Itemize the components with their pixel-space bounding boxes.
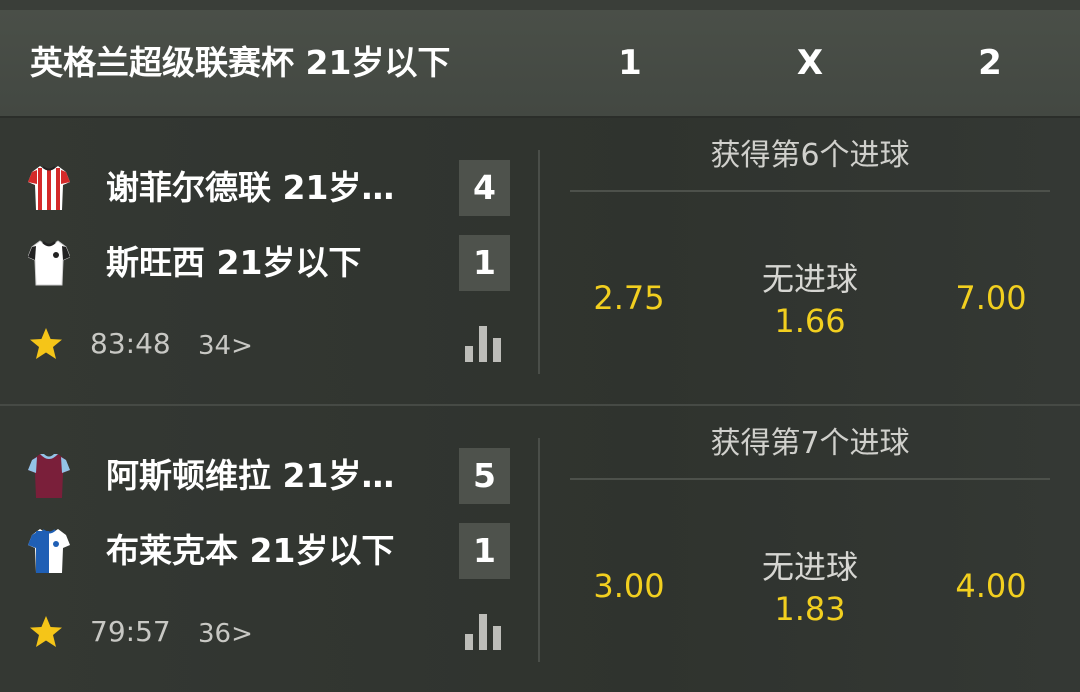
- more-markets-link[interactable]: 36>: [198, 614, 253, 654]
- away-team-row: 斯旺西 21岁以下 1: [0, 233, 520, 293]
- shirt-icon: [28, 529, 70, 573]
- column-divider: [538, 150, 540, 374]
- odds-away-button[interactable]: 4.00: [916, 561, 1066, 611]
- market-divider: [570, 478, 1050, 480]
- match-card[interactable]: 阿斯顿维拉 21岁… 5 布莱克本 21岁以下 1 79:57 36> 获得第7…: [0, 404, 1080, 692]
- column-draw: X: [796, 43, 824, 83]
- no-goal-label: 无进球: [761, 260, 858, 298]
- stats-bars-icon[interactable]: [464, 612, 502, 652]
- more-markets-link[interactable]: 34>: [198, 326, 253, 366]
- odds-no-goal-button[interactable]: 无进球 1.83: [735, 546, 885, 630]
- no-goal-odds: 1.66: [774, 302, 846, 340]
- home-team-row: 谢菲尔德联 21岁… 4: [0, 158, 520, 218]
- column-away-win: 2: [978, 43, 1002, 83]
- odds-away-button[interactable]: 7.00: [916, 273, 1066, 323]
- home-score: 5: [459, 448, 510, 504]
- market-title: 获得第7个进球: [710, 426, 910, 461]
- shirt-icon: [28, 166, 70, 210]
- odds-no-goal-button[interactable]: 无进球 1.66: [735, 258, 885, 342]
- home-team-name: 谢菲尔德联 21岁…: [106, 168, 395, 207]
- odds-home-button[interactable]: 3.00: [554, 561, 704, 611]
- shirt-icon: [28, 454, 70, 498]
- column-divider: [538, 438, 540, 662]
- match-clock: 79:57: [90, 615, 171, 648]
- top-strip: [0, 0, 1080, 10]
- favorite-star-icon[interactable]: [28, 326, 64, 362]
- no-goal-label: 无进球: [761, 548, 858, 586]
- shirt-icon: [28, 240, 70, 286]
- league-title: 英格兰超级联赛杯 21岁以下: [30, 43, 451, 82]
- favorite-star-icon[interactable]: [28, 614, 64, 650]
- away-score: 1: [459, 235, 510, 291]
- match-card[interactable]: 谢菲尔德联 21岁… 4 斯旺西 21岁以下 1 83:48 34> 获得第6个…: [0, 118, 1080, 404]
- odds-home-button[interactable]: 2.75: [554, 273, 704, 323]
- stats-bars-icon[interactable]: [464, 324, 502, 364]
- home-team-name: 阿斯顿维拉 21岁…: [106, 456, 395, 495]
- league-header: 英格兰超级联赛杯 21岁以下 1 X 2: [0, 10, 1080, 118]
- away-team-name: 布莱克本 21岁以下: [106, 531, 395, 570]
- market-title: 获得第6个进球: [710, 138, 910, 173]
- home-team-row: 阿斯顿维拉 21岁… 5: [0, 446, 520, 506]
- away-score: 1: [459, 523, 510, 579]
- away-team-row: 布莱克本 21岁以下 1: [0, 521, 520, 581]
- market-divider: [570, 190, 1050, 192]
- away-team-name: 斯旺西 21岁以下: [106, 243, 362, 282]
- column-home-win: 1: [618, 43, 642, 83]
- home-score: 4: [459, 160, 510, 216]
- match-clock: 83:48: [90, 327, 171, 360]
- no-goal-odds: 1.83: [774, 590, 846, 628]
